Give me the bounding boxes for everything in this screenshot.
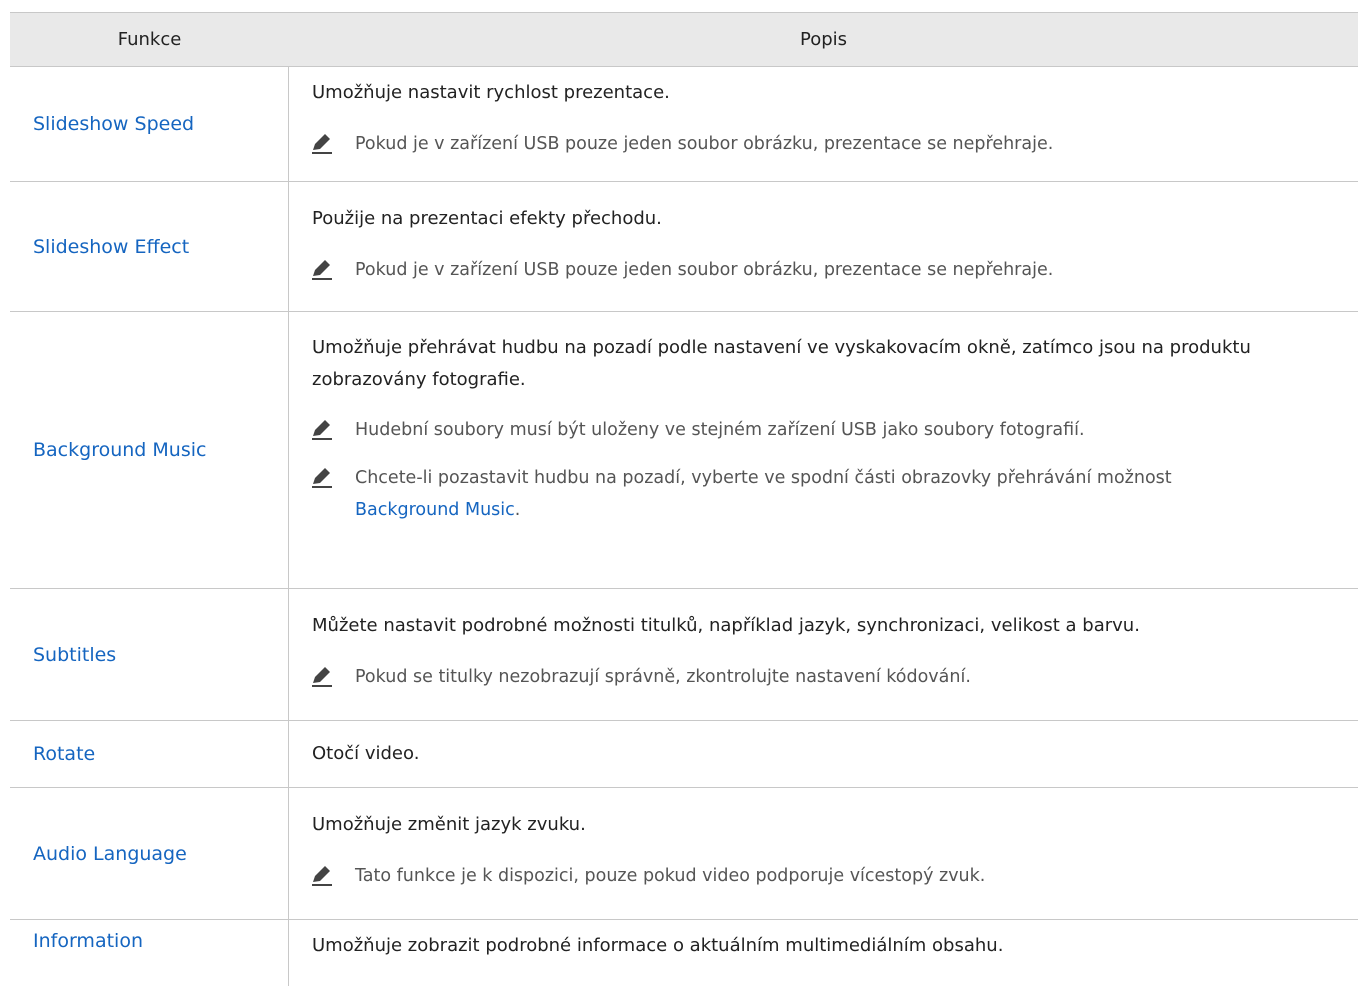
- note-text: Pokud se titulky nezobrazují správně, zk…: [355, 667, 971, 687]
- note: Pokud je v zařízení USB pouze jeden soub…: [312, 128, 1348, 160]
- table-header: Funkce Popis: [10, 13, 1358, 67]
- note-text: Hudební soubory musí být uloženy ve stej…: [355, 420, 1085, 440]
- pencil-note-icon: [312, 260, 332, 280]
- functions-table: Funkce Popis Slideshow Speed Umožňuje na…: [10, 12, 1358, 986]
- note: Pokud je v zařízení USB pouze jeden soub…: [312, 254, 1348, 286]
- function-description: Použije na prezentaci efekty přechodu.: [312, 208, 662, 229]
- function-description: Umožňuje přehrávat hudbu na pozadí podle…: [312, 337, 1251, 390]
- table-row: Background Music Umožňuje přehrávat hudb…: [10, 312, 1358, 589]
- pencil-note-icon: [312, 667, 332, 687]
- note-text: Pokud je v zařízení USB pouze jeden soub…: [355, 260, 1054, 280]
- function-name: Slideshow Effect: [33, 235, 190, 258]
- header-funkce: Funkce: [117, 29, 182, 50]
- note: Chcete-li pozastavit hudbu na pozadí, vy…: [312, 462, 1348, 526]
- function-name: Audio Language: [33, 842, 187, 865]
- function-description: Můžete nastavit podrobné možnosti titulk…: [312, 615, 1140, 636]
- function-description: Umožňuje nastavit rychlost prezentace.: [312, 82, 670, 103]
- function-name: Subtitles: [33, 643, 117, 666]
- header-popis: Popis: [799, 29, 848, 50]
- table-row: Subtitles Můžete nastavit podrobné možno…: [10, 589, 1358, 721]
- table-row: Audio Language Umožňuje změnit jazyk zvu…: [10, 788, 1358, 920]
- note: Hudební soubory musí být uloženy ve stej…: [312, 414, 1348, 446]
- table-row: Slideshow Speed Umožňuje nastavit rychlo…: [10, 67, 1358, 182]
- background-music-link[interactable]: Background Music: [355, 500, 515, 520]
- function-name: Background Music: [33, 439, 207, 461]
- function-description: Otočí video.: [312, 743, 420, 764]
- function-description: Umožňuje změnit jazyk zvuku.: [312, 814, 586, 835]
- function-name: Rotate: [33, 743, 96, 765]
- note-text: Chcete-li pozastavit hudbu na pozadí, vy…: [355, 468, 1172, 520]
- function-name: Slideshow Speed: [33, 113, 195, 135]
- table-row: Rotate Otočí video.: [10, 721, 1358, 788]
- pencil-note-icon: [312, 866, 332, 886]
- note-text: Pokud je v zařízení USB pouze jeden soub…: [355, 134, 1054, 154]
- pencil-note-icon: [312, 134, 332, 154]
- pencil-note-icon: [312, 468, 332, 488]
- table-row: Information Umožňuje zobrazit podrobné i…: [10, 920, 1358, 986]
- note: Pokud se titulky nezobrazují správně, zk…: [312, 661, 1348, 693]
- note: Tato funkce je k dispozici, pouze pokud …: [312, 860, 1348, 892]
- table-row: Slideshow Effect Použije na prezentaci e…: [10, 182, 1358, 312]
- pencil-note-icon: [312, 420, 332, 440]
- function-name: Information: [33, 930, 143, 952]
- note-text: Tato funkce je k dispozici, pouze pokud …: [355, 866, 986, 886]
- function-description: Umožňuje zobrazit podrobné informace o a…: [312, 935, 1004, 956]
